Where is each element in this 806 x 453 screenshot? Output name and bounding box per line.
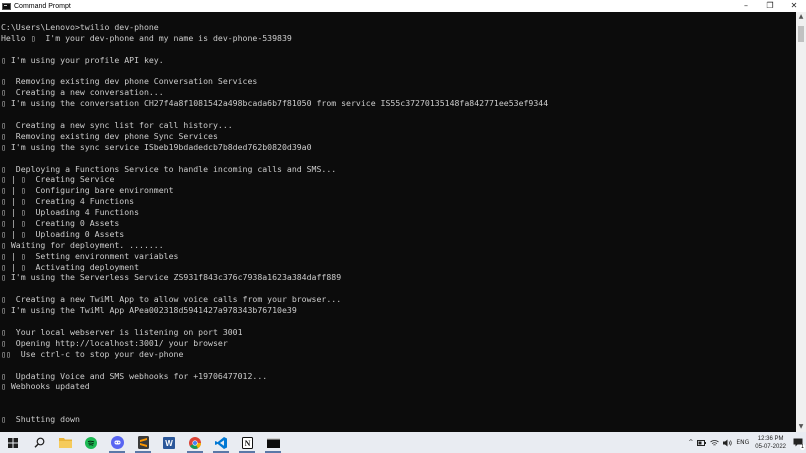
notification-center-button[interactable]: 1	[790, 432, 806, 453]
search-button[interactable]	[26, 432, 52, 453]
console-line: ▯ | ▯ Setting environment variables	[1, 250, 179, 261]
discord-icon	[110, 436, 124, 449]
minimize-button[interactable]: –	[734, 0, 758, 12]
console-line: ▯ | ▯ Uploading 0 Assets	[1, 228, 125, 239]
console-line: ▯ Webhooks updated	[1, 381, 90, 392]
console-line: ▯ I'm using your profile API key.	[1, 54, 164, 65]
console-line: ▯ I'm using the TwiMl App APea002318d594…	[1, 305, 297, 316]
taskbar-discord[interactable]	[104, 432, 130, 453]
close-button[interactable]: ✕	[782, 0, 806, 12]
system-tray: ^ ENG 12:36 PM 05-07-2022 1	[686, 432, 806, 453]
console-line: ▯ Removing existing dev phone Sync Servi…	[1, 130, 218, 141]
console-line: ▯ | ▯ Uploading 4 Functions	[1, 207, 140, 218]
console-line: ▯ Waiting for deployment. .......	[1, 239, 164, 250]
taskbar-command-prompt[interactable]	[260, 432, 286, 453]
language-indicator[interactable]: ENG	[736, 439, 749, 446]
console-line: ▯ Opening http://localhost:3001/ your br…	[1, 337, 228, 348]
console-line: ▯ Creating a new conversation...	[1, 87, 164, 98]
clock-time: 12:36 PM	[757, 435, 784, 442]
start-button[interactable]	[0, 432, 26, 453]
console-line: ▯ Updating Voice and SMS webhooks for +1…	[1, 370, 268, 381]
file-explorer-icon	[58, 438, 72, 448]
maximize-button[interactable]: ❐	[758, 0, 782, 12]
word-icon: W	[163, 436, 175, 449]
notion-icon: N	[241, 436, 253, 449]
console-line: ▯ Creating a new TwiMl App to allow voic…	[1, 294, 342, 305]
sublime-text-icon	[137, 436, 149, 449]
console-line: ▯ | ▯ Configuring bare environment	[1, 185, 174, 196]
taskbar-spotify[interactable]	[78, 432, 104, 453]
battery-icon[interactable]	[697, 439, 707, 446]
clock-date: 05-07-2022	[755, 443, 786, 450]
chrome-icon	[189, 436, 201, 449]
command-prompt-icon	[266, 437, 280, 448]
console-line: ▯ I'm using the sync service ISbeb19bdad…	[1, 141, 312, 152]
console-line: C:\Users\Lenovo>twilio dev-phone	[1, 22, 159, 32]
search-icon	[34, 437, 44, 448]
taskbar: W N ^ ENG 12:36 PM 05-07-2022 1	[0, 432, 806, 453]
taskbar-word[interactable]: W	[156, 432, 182, 453]
taskbar-vscode[interactable]	[208, 432, 234, 453]
console-line: ▯ | ▯ Creating 0 Assets	[1, 218, 120, 229]
spotify-icon	[85, 436, 97, 449]
volume-icon[interactable]	[723, 439, 733, 447]
title-bar[interactable]: Command Prompt – ❐ ✕	[0, 0, 806, 12]
console-line: ▯ Creating a new sync list for call hist…	[1, 120, 233, 131]
window-controls: – ❐ ✕	[734, 0, 806, 12]
vscode-icon	[215, 436, 227, 449]
svg-text:W: W	[165, 439, 173, 448]
notification-count-badge: 1	[799, 444, 805, 450]
console-line: ▯ | ▯ Creating Service	[1, 174, 115, 185]
scroll-up-arrow-icon[interactable]: ▲	[796, 12, 806, 22]
svg-text:N: N	[244, 439, 250, 448]
scroll-down-arrow-icon[interactable]: ▼	[796, 422, 806, 432]
scrollbar-thumb[interactable]	[798, 26, 804, 42]
console-lines: C:\Users\Lenovo>twilio dev-phone Hello ▯ …	[1, 22, 548, 425]
console-line: Hello ▯ I'm your dev-phone and my name i…	[1, 32, 292, 43]
taskbar-sublime-text[interactable]	[130, 432, 156, 453]
taskbar-file-explorer[interactable]	[52, 432, 78, 453]
windows-start-icon	[8, 437, 18, 448]
console-line: ▯ I'm using the conversation CH27f4a8f10…	[1, 98, 549, 109]
console-line: ▯ | ▯ Activating deployment	[1, 261, 140, 272]
show-hidden-icons-chevron-icon[interactable]: ^	[688, 439, 693, 446]
console-line: ▯ Your local webserver is listening on p…	[1, 326, 243, 337]
clock[interactable]: 12:36 PM 05-07-2022	[755, 435, 786, 451]
taskbar-chrome[interactable]	[182, 432, 208, 453]
command-prompt-icon	[2, 2, 11, 10]
wifi-icon[interactable]	[710, 439, 720, 447]
console-line: ▯ Shutting down	[1, 414, 80, 425]
console-line: ▯ Deploying a Functions Service to handl…	[1, 163, 337, 174]
vertical-scrollbar[interactable]: ▲ ▼	[796, 12, 806, 432]
console-line: ▯ I'm using the Serverless Service ZS931…	[1, 272, 342, 283]
console-line: ▯▯ Use ctrl-c to stop your dev-phone	[1, 348, 184, 359]
taskbar-notion[interactable]: N	[234, 432, 260, 453]
console-line: ▯ | ▯ Creating 4 Functions	[1, 196, 135, 207]
console-output[interactable]: C:\Users\Lenovo>twilio dev-phone Hello ▯ …	[0, 12, 796, 432]
console-line: ▯ Removing existing dev phone Conversati…	[1, 76, 258, 87]
window-title: Command Prompt	[14, 2, 71, 10]
